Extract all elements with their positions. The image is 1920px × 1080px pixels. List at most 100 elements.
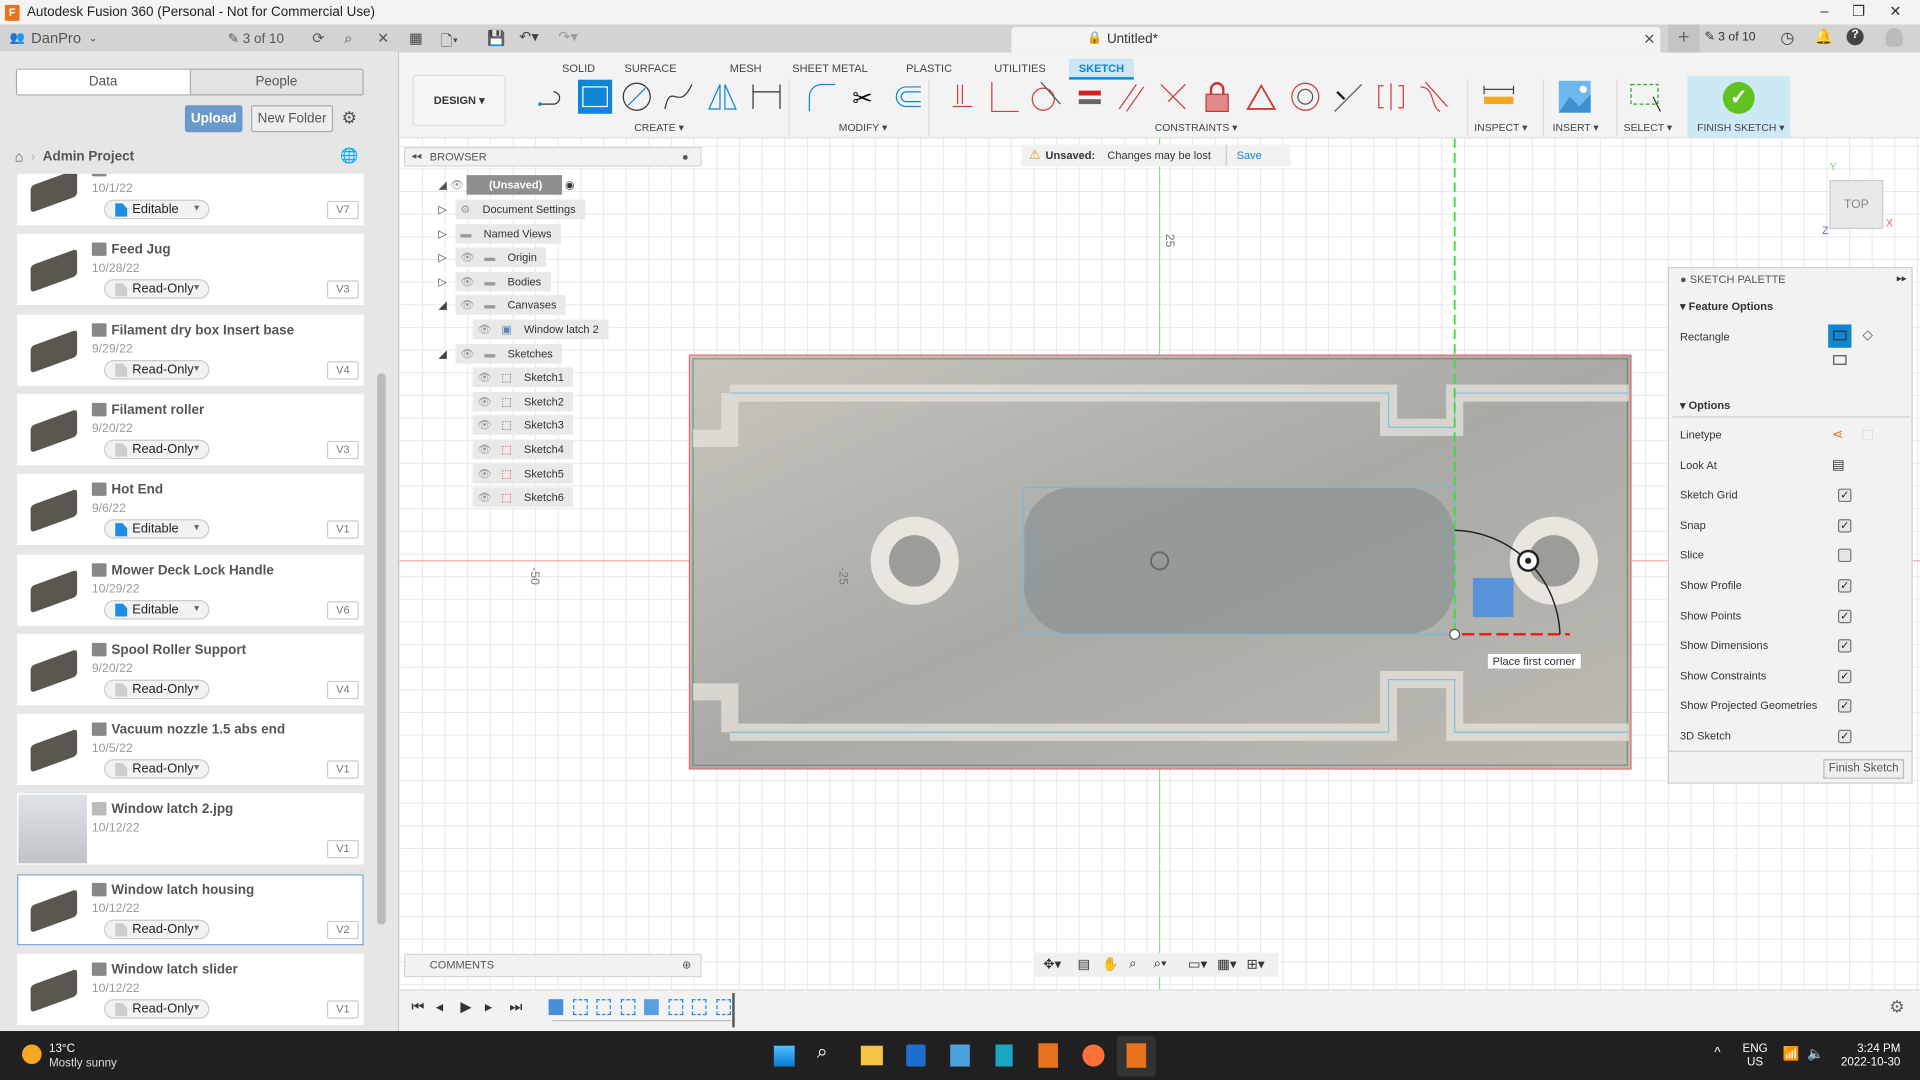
tray-overflow-icon[interactable]: ^ [1714, 1046, 1720, 1061]
team-selector[interactable]: DanPro [31, 29, 81, 46]
browser-node-sketch6[interactable]: 👁 ⬚ Sketch6 [456, 487, 584, 508]
file-name[interactable]: Vacuum nozzle 1.5 abs end [111, 723, 285, 738]
timeline-sketch-feature[interactable] [620, 999, 635, 1016]
settings-gear-icon[interactable]: ⚙ [1889, 997, 1904, 1018]
line-tool-icon[interactable] [536, 80, 570, 114]
clock-icon[interactable]: ◷ [1780, 28, 1794, 48]
snap-checkbox[interactable]: ✓ [1837, 518, 1852, 533]
rectangle-tool-icon[interactable] [577, 79, 613, 114]
browser-node-sketch3[interactable]: 👁 ⬚ Sketch3 [456, 415, 584, 436]
version-dropdown[interactable]: V4 [326, 680, 359, 699]
coincident-constraint-icon[interactable] [987, 80, 1021, 114]
activate-radio-icon[interactable]: ◉ [562, 179, 575, 191]
permission-dropdown[interactable]: Read-Only ▼ [104, 999, 210, 1019]
firefox-icon[interactable] [1082, 1044, 1105, 1067]
new-folder-button[interactable]: New Folder [251, 105, 334, 133]
chevron-down-icon[interactable]: ⌄ [88, 31, 97, 44]
eye-hidden-icon[interactable]: 👁 [460, 251, 474, 263]
permission-dropdown[interactable]: Read-Only ▼ [104, 759, 210, 779]
permission-dropdown[interactable]: Read-Only ▼ [104, 679, 210, 699]
file-name[interactable]: Hot End [111, 483, 163, 498]
version-dropdown[interactable]: V6 [326, 600, 359, 619]
close-tab-icon[interactable]: ✕ [1643, 31, 1655, 48]
workspace-switcher[interactable]: DESIGN ▾ [412, 74, 506, 127]
tab-surface[interactable]: SURFACE [615, 59, 687, 80]
list-scrollbar[interactable] [377, 373, 386, 925]
permission-dropdown[interactable]: Read-Only ▼ [104, 359, 210, 380]
file-card[interactable]: Window latch slider 10/12/22 Read-Only ▼ V1 [17, 953, 364, 1025]
browser-node-bodies[interactable]: ▷ 👁 ▬ Bodies [438, 271, 560, 292]
slice-checkbox[interactable] [1837, 549, 1852, 563]
file-card[interactable]: Filament dry box Insert base 9/29/22 Read-… [17, 314, 364, 386]
timeline-marker[interactable] [732, 993, 735, 1028]
new-tab-button[interactable]: + [1667, 24, 1700, 53]
two-point-rectangle-option[interactable] [1828, 324, 1852, 348]
symmetry-constraint-icon[interactable] [1374, 80, 1408, 114]
home-icon[interactable]: ⌂ [15, 148, 24, 165]
version-dropdown[interactable]: V3 [326, 440, 359, 460]
tab-solid[interactable]: SOLID [552, 59, 605, 80]
modify-menu[interactable]: MODIFY ▾ [839, 121, 887, 134]
globe-icon[interactable]: 🌐 [340, 147, 358, 164]
perpendicular-constraint-icon[interactable] [1156, 80, 1190, 114]
spline-tool-icon[interactable] [661, 80, 695, 114]
browser-node-sketch5[interactable]: 👁 ⬚ Sketch5 [456, 463, 584, 484]
fit-icon[interactable]: ⌕▾ [1153, 956, 1166, 972]
pan-icon[interactable]: ✋ [1102, 956, 1119, 973]
zoom-icon[interactable]: ⌕ [1129, 956, 1137, 972]
create-menu[interactable]: CREATE ▾ [634, 121, 684, 134]
eye-hidden-icon[interactable]: 👁 [478, 395, 492, 407]
inspect-menu[interactable]: INSPECT ▾ [1474, 121, 1527, 134]
browser-node-window-latch-2[interactable]: 👁 ▣ Window latch 2 [456, 319, 619, 340]
lock-constraint-icon[interactable] [1200, 80, 1234, 114]
select-menu[interactable]: SELECT ▾ [1624, 121, 1672, 134]
timeline-canvas-feature[interactable] [548, 999, 564, 1016]
options-section[interactable]: ▾ Options [1680, 399, 1730, 412]
permission-dropdown[interactable]: Editable ▼ [104, 199, 210, 220]
browser-node-sketches[interactable]: ◢ 👁 ▬ Sketches [438, 343, 572, 364]
eye-icon[interactable]: 👁 [450, 179, 467, 191]
app-n-icon[interactable] [995, 1044, 1013, 1067]
file-name[interactable]: Window latch housing [111, 882, 254, 897]
minimize-button[interactable]: – [1812, 2, 1836, 19]
browser-panel-header[interactable]: ◂◂ BROWSER ● [404, 146, 702, 167]
insert-menu[interactable]: INSERT ▾ [1553, 121, 1599, 134]
maximize-button[interactable]: ❐ [1847, 2, 1871, 19]
play-icon[interactable]: ▶ [460, 998, 471, 1015]
browser-pin-icon[interactable]: ● [682, 148, 689, 165]
grid-settings-icon[interactable]: ▦▾ [1217, 956, 1236, 973]
expand-triangle-icon[interactable]: ▷ [438, 200, 455, 220]
curvature-constraint-icon[interactable] [1416, 80, 1450, 114]
close-panel-icon[interactable]: ✕ [377, 29, 389, 46]
linetype-centerline-icon[interactable]: ⬚ [1861, 426, 1874, 442]
browser-node-document-settings[interactable]: ▷ ⚙ Document Settings [438, 199, 595, 220]
eye-icon[interactable]: 👁 [460, 347, 474, 359]
file-card[interactable]: Window latch 2.jpg 10/12/22 V1 [17, 793, 364, 865]
upload-button[interactable]: Upload [184, 105, 243, 133]
tab-utilities[interactable]: UTILITIES [984, 59, 1055, 80]
timeline-sketch-feature[interactable] [572, 999, 588, 1016]
browser-node-canvases[interactable]: ◢ 👁 ▬ Canvases [438, 295, 576, 316]
tab-sketch[interactable]: SKETCH [1068, 58, 1134, 80]
collapse-triangle-icon[interactable]: ◢ [438, 296, 455, 316]
eye-icon[interactable]: 👁 [478, 323, 492, 335]
eye-icon[interactable]: 👁 [478, 443, 492, 455]
browser-node-sketch4[interactable]: 👁 ⬚ Sketch4 [456, 439, 584, 460]
dimension-tool-icon[interactable] [749, 80, 783, 114]
show-dimensions-checkbox[interactable]: ✓ [1837, 639, 1852, 653]
browser-node-sketch2[interactable]: 👁 ⬚ Sketch2 [456, 391, 584, 412]
permission-dropdown[interactable]: Editable ▼ [104, 519, 210, 540]
refresh-icon[interactable]: ⟳ [312, 29, 324, 46]
midpoint-constraint-icon[interactable] [1330, 80, 1364, 114]
save-icon[interactable]: 💾 [487, 29, 505, 46]
close-window-button[interactable]: ✕ [1883, 2, 1907, 19]
user-avatar[interactable] [1885, 28, 1903, 47]
viewport-canvas[interactable]: 25 -25 -50 Place first corner TOP Y X Z … [399, 138, 1920, 990]
tab-data[interactable]: Data [17, 69, 191, 95]
weather-text[interactable]: Mostly sunny [49, 1057, 117, 1070]
wifi-icon[interactable]: 📶 [1783, 1046, 1800, 1062]
collapse-triangle-icon[interactable]: ◢ [438, 344, 455, 364]
three-point-rectangle-option[interactable]: ◇ [1862, 327, 1872, 343]
step-forward-icon[interactable]: ▸ [485, 998, 492, 1015]
fusion-taskbar-icon[interactable] [1038, 1043, 1058, 1068]
